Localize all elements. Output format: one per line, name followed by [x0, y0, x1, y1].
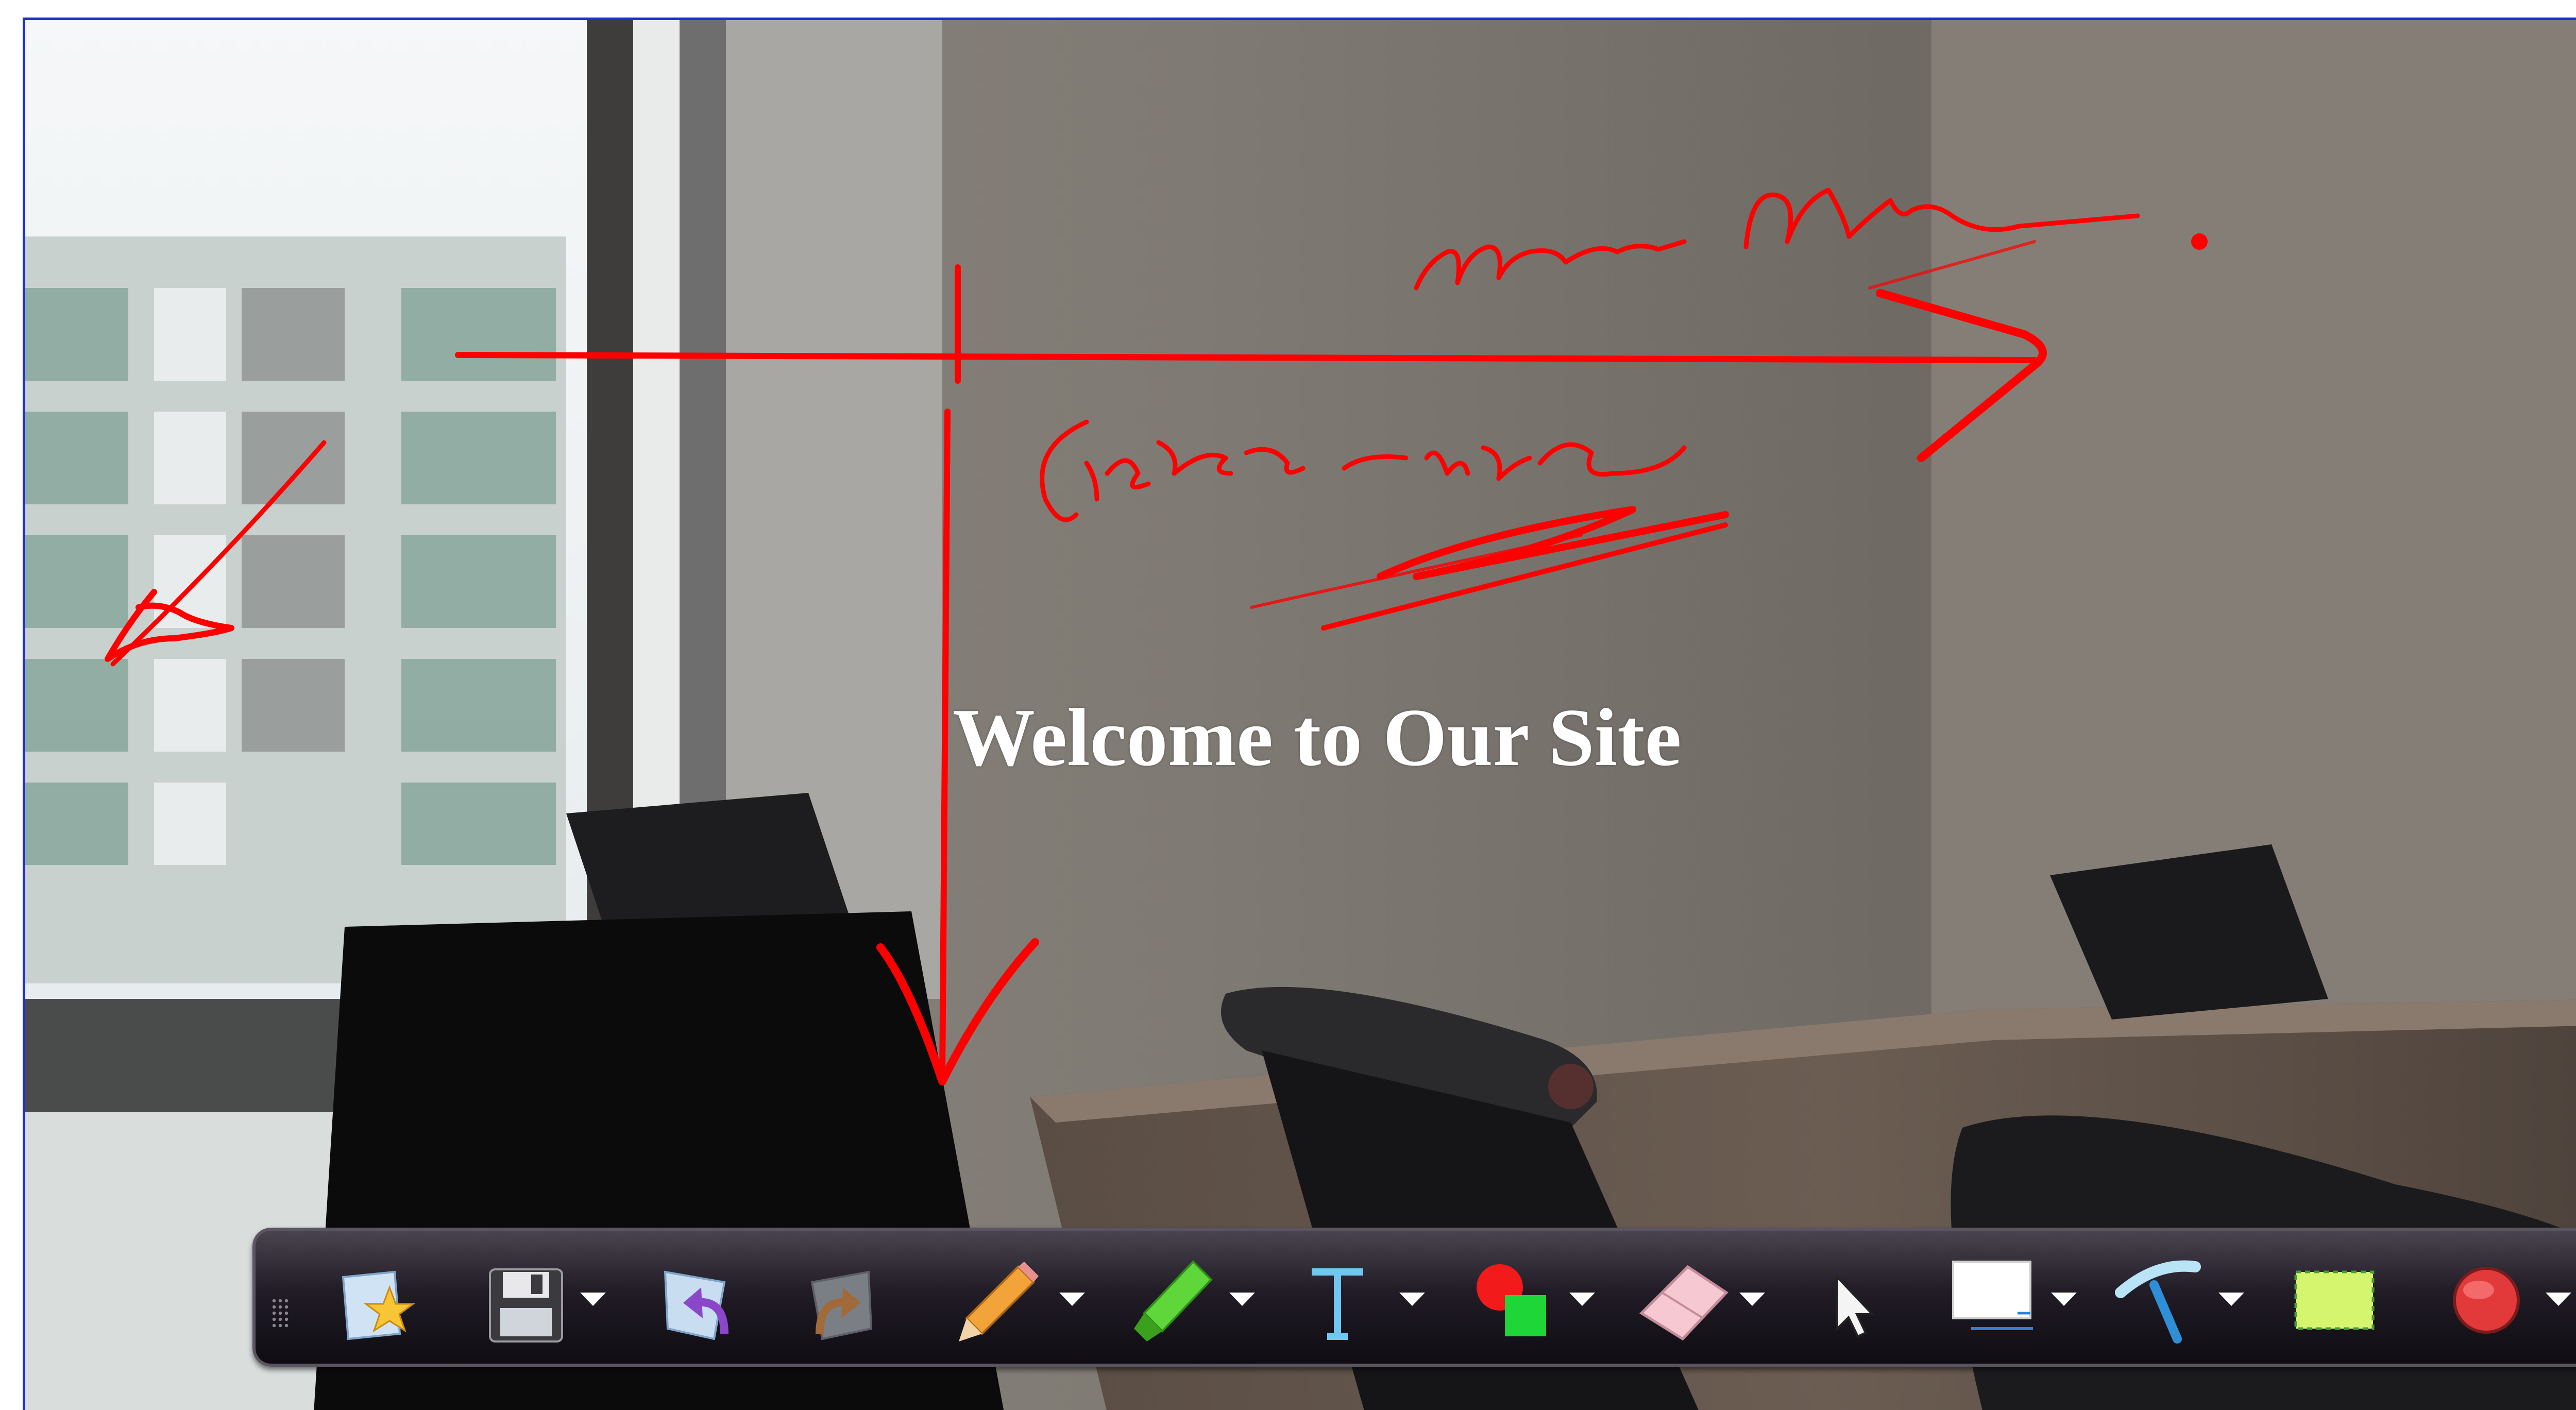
shapes-dropdown-toggle[interactable] [1567, 1288, 1598, 1309]
new-page-button[interactable] [328, 1231, 426, 1364]
page-title: Welcome to Our Site [953, 691, 1682, 783]
text-dropdown-toggle[interactable] [1397, 1288, 1428, 1309]
chevron-down-icon [580, 1293, 606, 1306]
record-button[interactable] [2435, 1231, 2538, 1364]
floppy-disk-icon [489, 1268, 563, 1343]
ink-text-main-axis [1414, 188, 2140, 291]
eraser-icon [1639, 1265, 1728, 1341]
undo-button[interactable] [647, 1231, 745, 1364]
save-dropdown-toggle[interactable] [578, 1288, 608, 1309]
select-tool-button[interactable] [1811, 1231, 1889, 1364]
arrow-pointer-icon [1836, 1274, 1875, 1338]
ink-text-cross-axis [1040, 419, 1687, 522]
annotation-toolbar[interactable] [252, 1228, 2576, 1367]
highlighter-tool-button[interactable] [1116, 1231, 1219, 1364]
shapes-tool-button[interactable] [1456, 1231, 1559, 1364]
chevron-down-icon [1229, 1293, 1255, 1306]
shapes-icon [1477, 1264, 1546, 1336]
record-circle-icon [2453, 1267, 2520, 1334]
pen-dropdown-toggle[interactable] [1057, 1288, 1088, 1309]
highlighter-dropdown-toggle[interactable] [1227, 1288, 1258, 1309]
eraser-tool-button[interactable] [1626, 1231, 1734, 1364]
clear-screen-button[interactable] [2105, 1231, 2208, 1364]
chevron-down-icon [1739, 1293, 1765, 1306]
ink-main-axis-arrow [455, 352, 2038, 363]
text-t-icon [1312, 1268, 1363, 1340]
browser-viewport: Welcome to Our Site [23, 18, 2576, 1410]
new-page-star-icon [342, 1270, 416, 1340]
whiteboard-dropdown-toggle[interactable] [2048, 1288, 2079, 1309]
redo-button[interactable] [791, 1231, 889, 1364]
text-tool-button[interactable] [1291, 1231, 1384, 1364]
redo-arrow-icon [810, 1270, 873, 1340]
chevron-down-icon [1569, 1293, 1595, 1306]
pen-tool-button[interactable] [946, 1231, 1044, 1364]
toolbar-drag-handle[interactable] [271, 1298, 289, 1329]
whiteboard-button[interactable] [1940, 1231, 2043, 1364]
whiteboard-background-icon [1952, 1261, 2033, 1330]
chevron-down-icon [1059, 1293, 1085, 1306]
save-button[interactable] [480, 1231, 572, 1364]
pencil-icon [959, 1262, 1039, 1341]
eraser-dropdown-toggle[interactable] [1737, 1288, 1768, 1309]
clear-dropdown-toggle[interactable] [2216, 1288, 2247, 1309]
record-dropdown-toggle[interactable] [2543, 1288, 2574, 1309]
chevron-down-icon [2218, 1293, 2244, 1306]
squeegee-clear-icon [2115, 1260, 2201, 1344]
undo-arrow-icon [664, 1270, 728, 1340]
chevron-down-icon [2546, 1293, 2571, 1306]
chevron-down-icon [2051, 1293, 2077, 1306]
screen-region-button[interactable] [2280, 1231, 2383, 1364]
chevron-down-icon [1399, 1293, 1425, 1306]
ink-cross-axis-arrow [939, 264, 961, 1079]
highlighter-marker-icon [1134, 1260, 1213, 1341]
dotted-rectangle-icon [2294, 1270, 2375, 1330]
